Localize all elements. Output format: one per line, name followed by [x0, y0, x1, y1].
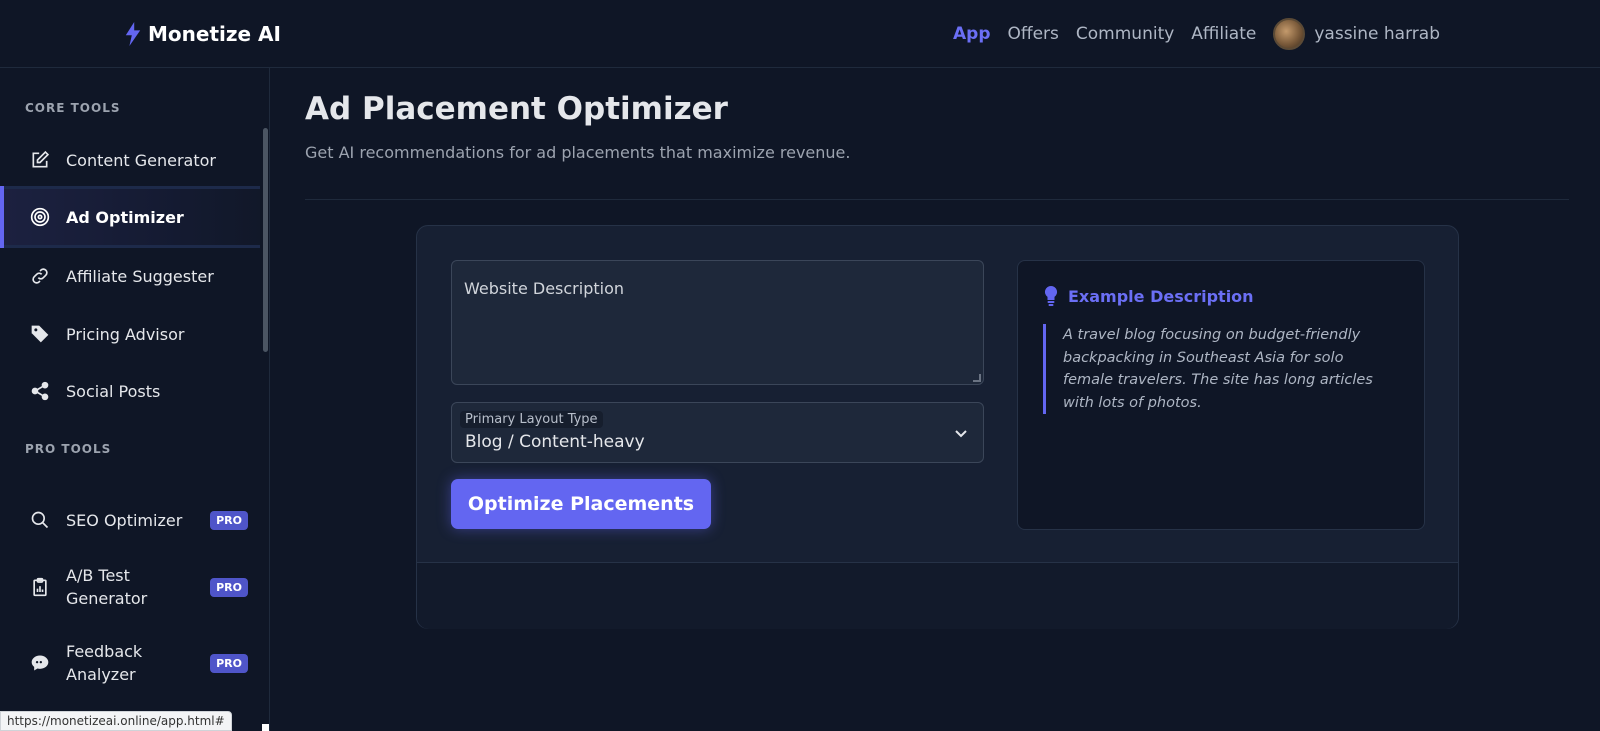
optimizer-card: Website Description Primary Layout Type … [416, 225, 1459, 629]
sidebar-item-label: Pricing Advisor [66, 324, 185, 344]
select-value: Blog / Content-heavy [465, 432, 645, 452]
website-description-textarea[interactable]: Website Description [451, 260, 984, 385]
sidebar-item-affiliate-suggester[interactable]: Affiliate Suggester [0, 248, 260, 304]
lightbulb-icon [1044, 286, 1058, 306]
page-subtitle: Get AI recommendations for ad placements… [305, 143, 851, 162]
sidebar-item-pricing-advisor[interactable]: Pricing Advisor [0, 306, 260, 362]
brand-name: Monetize AI [148, 22, 281, 46]
nav-affiliate[interactable]: Affiliate [1191, 24, 1256, 44]
user-name: yassine harrab [1314, 24, 1440, 44]
textarea-placeholder: Website Description [464, 279, 624, 298]
sidebar: CORE TOOLS Content Generator Ad Optimize… [0, 68, 270, 731]
chevron-down-icon [955, 430, 967, 438]
pro-badge: PRO [210, 510, 248, 530]
user-menu[interactable]: yassine harrab [1273, 18, 1440, 50]
example-quote: A travel blog focusing on budget-friendl… [1043, 324, 1393, 414]
sidebar-item-social-posts[interactable]: Social Posts [0, 363, 260, 419]
sidebar-item-label: Feedback Analyzer [66, 640, 142, 686]
header-divider [305, 199, 1569, 200]
nav-app[interactable]: App [953, 24, 991, 44]
optimize-placements-button[interactable]: Optimize Placements [451, 479, 711, 529]
nav-community[interactable]: Community [1076, 24, 1174, 44]
nav-offers[interactable]: Offers [1008, 24, 1059, 44]
resize-handle[interactable] [973, 374, 981, 382]
layout-type-select[interactable]: Primary Layout Type Blog / Content-heavy [451, 402, 984, 463]
main-nav: App Offers Community Affiliate yassine h… [953, 16, 1440, 52]
share-icon [28, 379, 52, 403]
tag-icon [28, 322, 52, 346]
pro-badge: PRO [210, 653, 248, 673]
example-title: Example Description [1068, 286, 1254, 306]
sidebar-item-seo-optimizer[interactable]: SEO Optimizer PRO [0, 492, 260, 548]
label-line-2: Analyzer [66, 665, 136, 684]
sidebar-item-label: Ad Optimizer [66, 207, 184, 227]
sidebar-item-label: A/B Test Generator [66, 564, 147, 610]
sidebar-item-ab-test-generator[interactable]: A/B Test Generator PRO [0, 558, 260, 616]
clipboard-chart-icon [28, 575, 52, 599]
sidebar-item-label: Affiliate Suggester [66, 266, 214, 286]
link-icon [28, 264, 52, 288]
avatar[interactable] [1273, 18, 1306, 50]
example-heading: Example Description [1042, 286, 1254, 306]
label-line-1: Feedback [66, 642, 143, 661]
search-icon [28, 508, 52, 532]
edit-icon [28, 148, 52, 172]
sidebar-item-label: Content Generator [66, 150, 216, 170]
pro-badge: PRO [210, 577, 248, 597]
label-line-1: A/B Test [66, 566, 130, 585]
page-title: Ad Placement Optimizer [305, 91, 728, 127]
select-label: Primary Layout Type [460, 411, 603, 428]
label-line-2: Generator [66, 589, 148, 608]
status-bar-url: https://monetizeai.online/app.html# [0, 711, 232, 731]
bolt-icon [125, 22, 141, 46]
sidebar-item-ad-optimizer[interactable]: Ad Optimizer [0, 186, 260, 248]
example-description-panel: Example Description A travel blog focusi… [1017, 260, 1425, 530]
chat-bubble-icon [28, 651, 52, 675]
top-navbar: Monetize AI App Offers Community Affilia… [0, 0, 1600, 68]
section-title-pro: PRO TOOLS [25, 442, 112, 456]
target-icon [28, 205, 52, 229]
section-title-core: CORE TOOLS [25, 101, 121, 115]
sidebar-scrollbar[interactable] [263, 128, 268, 352]
sidebar-item-feedback-analyzer[interactable]: Feedback Analyzer PRO [0, 634, 260, 692]
sidebar-item-label: Social Posts [66, 381, 161, 401]
scrollbar-corner [262, 724, 269, 731]
sidebar-item-label: SEO Optimizer [66, 510, 183, 530]
results-area [417, 563, 1458, 629]
brand-logo[interactable]: Monetize AI [124, 18, 281, 50]
sidebar-item-content-generator[interactable]: Content Generator [0, 132, 260, 188]
